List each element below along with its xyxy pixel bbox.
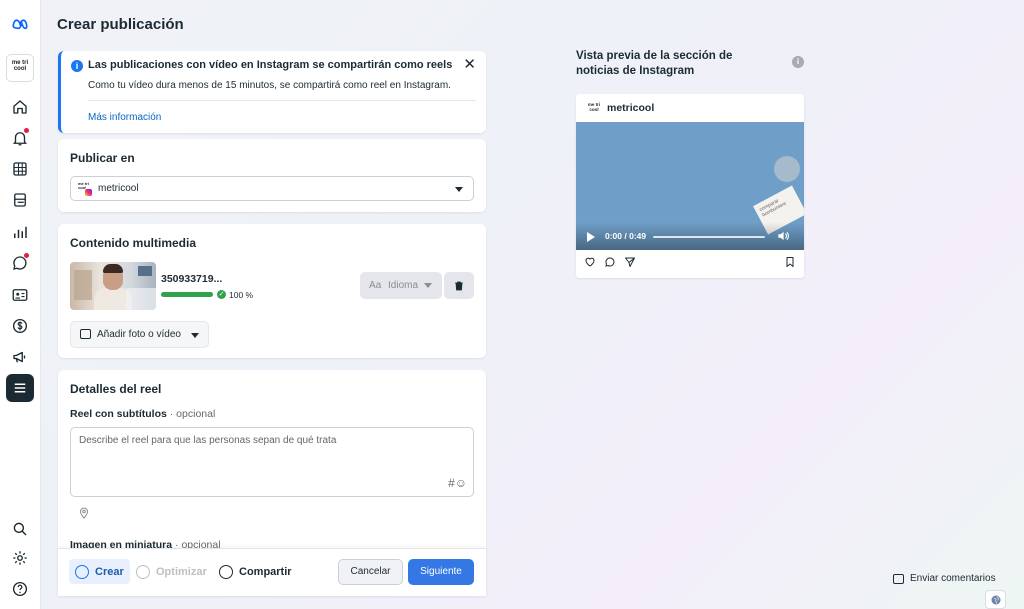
check-icon: ✓ (217, 290, 226, 299)
upload-progress-bar (161, 292, 213, 297)
radio-icon (136, 564, 150, 579)
info-icon: i (71, 60, 83, 72)
step-share-label: Compartir (239, 565, 292, 578)
preview-account-name: metricool (607, 102, 655, 114)
notification-dot (24, 128, 29, 133)
page-title: Crear publicación (57, 16, 184, 33)
language-prefix: Aa (369, 280, 382, 291)
upload-progress-label: 100 % (229, 290, 254, 300)
close-icon[interactable]: ✕ (463, 57, 476, 72)
plant-shape (774, 156, 800, 182)
radio-icon (75, 564, 89, 579)
divider (88, 100, 476, 101)
comment-icon[interactable] (604, 256, 616, 268)
dollar-icon[interactable] (6, 312, 34, 340)
feedback-icon (893, 573, 904, 584)
video-controls: 0:00 / 0:49 (576, 222, 804, 250)
hashtag-emoji-icons[interactable]: #☺ (448, 476, 467, 490)
file-name: 350933719... (161, 273, 223, 285)
media-section-title: Contenido multimedia (70, 236, 196, 250)
selected-account: metricool (98, 183, 139, 194)
caption-label: Reel con subtítulos · opcional (70, 408, 215, 420)
search-icon[interactable] (6, 515, 34, 543)
volume-icon[interactable] (776, 229, 790, 243)
caption-placeholder: Describe el reel para que las personas s… (79, 435, 337, 446)
video-time: 0:00 / 0:49 (605, 231, 647, 241)
publish-section: Publicar en me tri cool metricool (58, 139, 486, 212)
account-select[interactable]: me tri cool metricool (70, 176, 474, 201)
publish-section-title: Publicar en (70, 151, 135, 165)
video-thumbnail[interactable] (70, 262, 156, 310)
video-scrubber[interactable] (653, 236, 765, 238)
bookmark-icon[interactable] (784, 256, 796, 268)
globe-icon[interactable] (985, 590, 1006, 609)
info-banner: i Las publicaciones con vídeo en Instagr… (58, 51, 486, 133)
caption-label-text: Reel con subtítulos (70, 408, 167, 420)
feedback-label: Enviar comentarios (910, 573, 996, 584)
home-icon[interactable] (6, 93, 34, 121)
location-pin-icon[interactable] (79, 506, 89, 524)
add-photo-video-label: Añadir foto o vídeo (97, 329, 181, 340)
preview-actions (576, 256, 804, 274)
cancel-button[interactable]: Cancelar (338, 559, 403, 585)
delete-button[interactable] (444, 272, 474, 299)
contact-card-icon[interactable] (6, 281, 34, 309)
bell-icon[interactable] (6, 124, 34, 152)
preview-avatar: me tri cool (587, 102, 601, 112)
step-create-label: Crear (95, 565, 124, 578)
gear-icon[interactable] (6, 544, 34, 572)
upload-progress-fill (161, 292, 213, 297)
instagram-icon (84, 188, 93, 197)
reel-details-title: Detalles del reel (70, 382, 162, 396)
radio-icon (219, 564, 233, 579)
notification-dot (24, 253, 29, 258)
preview-title: Vista previa de la sección de noticias d… (576, 50, 733, 77)
preview-video[interactable]: comparar bomboniere 0:00 / 0:49 (576, 122, 804, 250)
language-label: Idioma (388, 280, 419, 291)
trash-icon (455, 281, 463, 290)
more-info-link[interactable]: Más información (88, 112, 161, 123)
step-create[interactable]: Crear (69, 559, 130, 584)
meta-logo-icon[interactable] (6, 10, 34, 38)
caption-textarea[interactable]: Describe el reel para que las personas s… (70, 427, 474, 497)
banner-title: Las publicaciones con vídeo en Instagram… (88, 59, 453, 71)
next-button[interactable]: Siguiente (408, 559, 474, 585)
chevron-down-icon (424, 283, 432, 288)
banner-body: Como tu vídeo dura menos de 15 minutos, … (88, 80, 451, 91)
account-logo-text: me tri cool (11, 60, 29, 72)
chat-icon[interactable] (6, 249, 34, 277)
sidebar: me tri cool (0, 0, 41, 609)
heart-icon[interactable] (584, 256, 596, 268)
media-section: Contenido multimedia 350933719... ✓ 100 … (58, 224, 486, 358)
bar-chart-icon[interactable] (6, 218, 34, 246)
send-icon[interactable] (624, 256, 636, 268)
step-optimize[interactable]: Optimizar (136, 559, 207, 584)
help-icon[interactable] (6, 575, 34, 603)
chevron-down-icon (191, 333, 199, 338)
add-photo-video-button[interactable]: Añadir foto o vídeo (70, 321, 209, 348)
instagram-preview-card: me tri cool metricool comparar bombonier… (576, 94, 804, 278)
step-share[interactable]: Compartir (219, 559, 292, 584)
calendar-grid-icon[interactable] (6, 155, 34, 183)
info-icon[interactable]: i (792, 56, 804, 68)
send-feedback-button[interactable]: Enviar comentarios (893, 573, 996, 584)
language-button[interactable]: Aa Idioma (360, 272, 442, 299)
menu-icon[interactable] (6, 374, 34, 402)
step-optimize-label: Optimizar (156, 565, 207, 578)
megaphone-icon[interactable] (6, 343, 34, 371)
footer-actions: Crear Optimizar Compartir Cancelar Sigui… (58, 548, 486, 596)
optional-text: · opcional (169, 408, 216, 420)
photo-icon (80, 329, 91, 339)
posts-icon[interactable] (6, 186, 34, 214)
account-logo[interactable]: me tri cool (6, 54, 34, 82)
chevron-down-icon (455, 187, 463, 192)
play-icon[interactable] (587, 232, 595, 242)
